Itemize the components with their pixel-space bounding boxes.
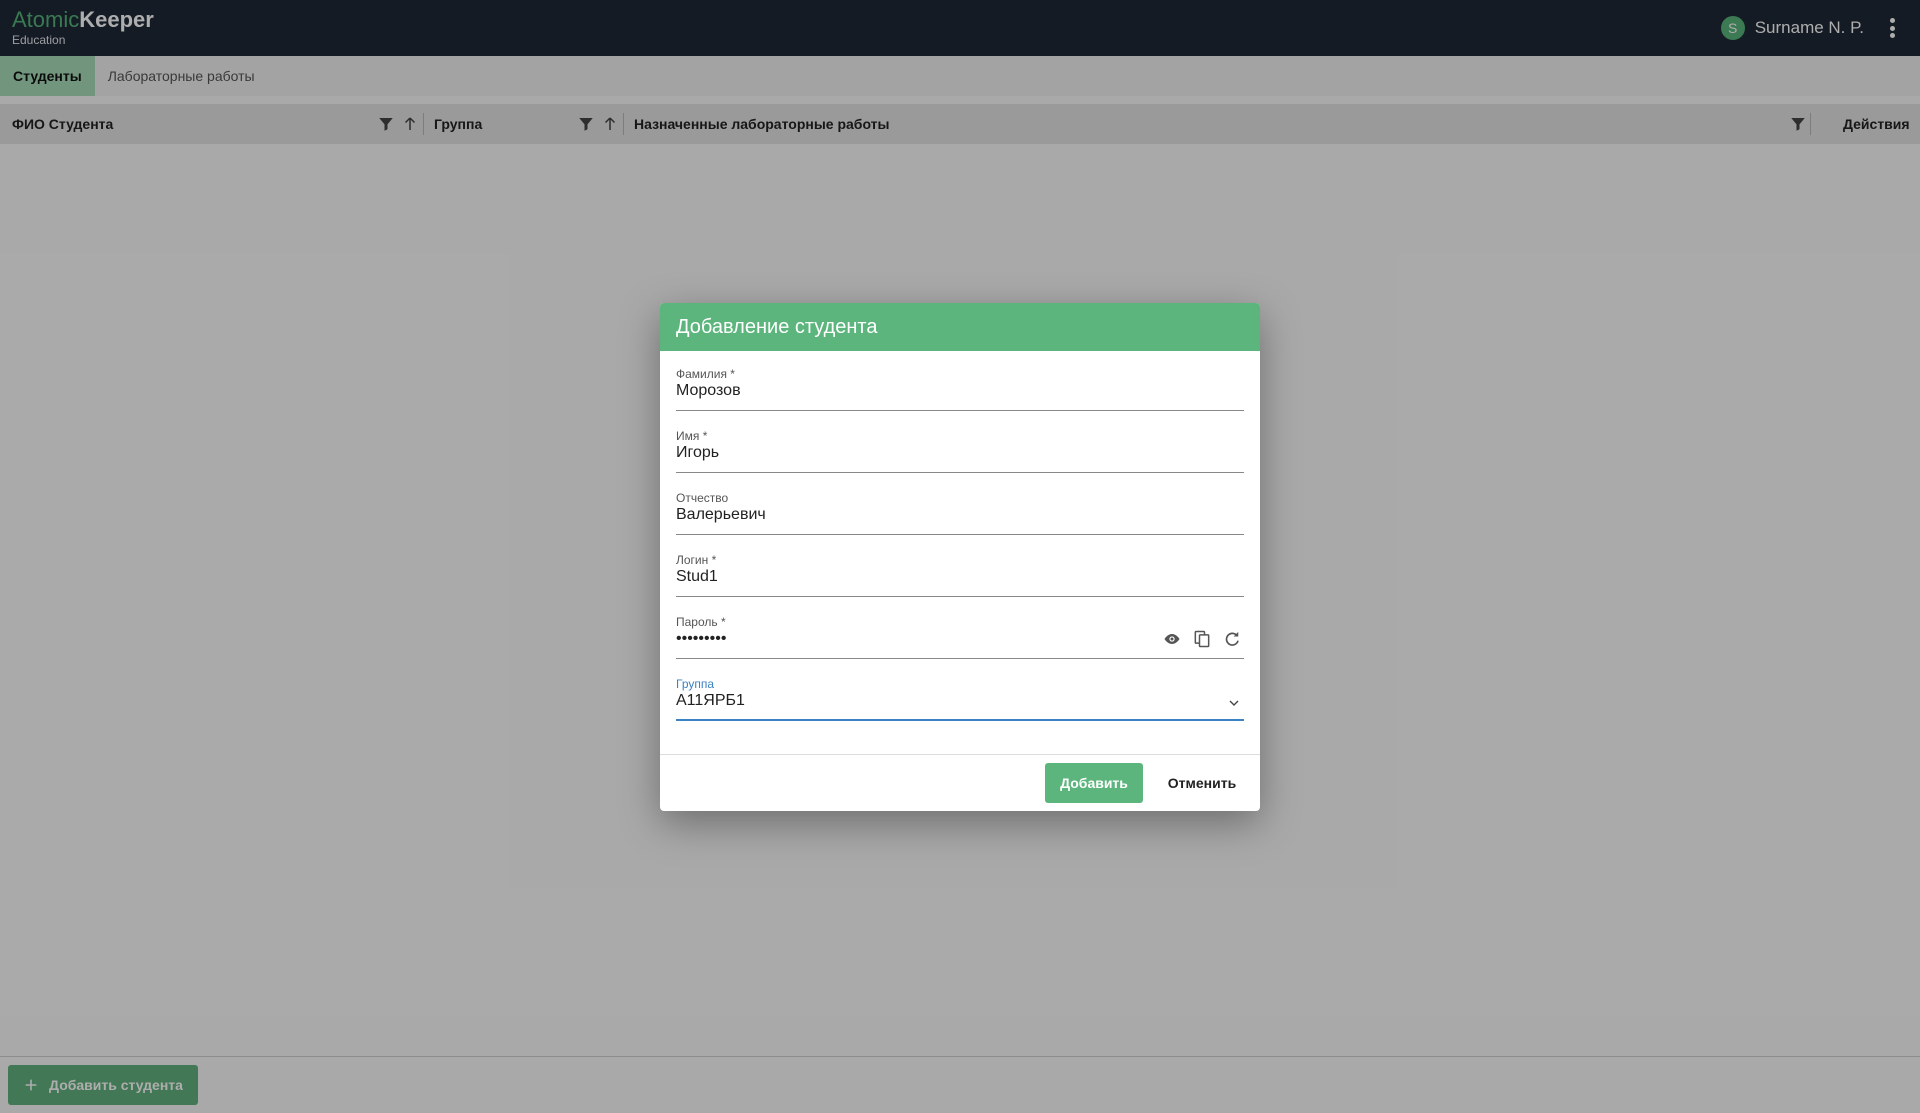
patronymic-label: Отчество: [676, 491, 729, 505]
name-label: Имя *: [676, 429, 708, 443]
login-field[interactable]: Логин * Stud1: [676, 549, 1244, 597]
group-label: Группа: [676, 677, 715, 691]
password-label: Пароль *: [676, 615, 726, 629]
dialog-title: Добавление студента: [660, 303, 1260, 351]
name-field[interactable]: Имя * Игорь: [676, 425, 1244, 473]
surname-value: Морозов: [676, 382, 741, 399]
patronymic-value: Валерьевич: [676, 506, 766, 523]
copy-icon[interactable]: [1192, 629, 1212, 649]
eye-icon[interactable]: [1162, 629, 1182, 649]
login-value: Stud1: [676, 568, 718, 585]
password-field[interactable]: Пароль * •••••••••: [676, 611, 1244, 659]
group-value: А11ЯРБ1: [676, 692, 745, 709]
add-button[interactable]: Добавить: [1045, 763, 1143, 803]
patronymic-field[interactable]: Отчество Валерьевич: [676, 487, 1244, 535]
chevron-down-icon[interactable]: [1226, 695, 1242, 711]
dialog-divider: [660, 754, 1260, 755]
refresh-icon[interactable]: [1222, 629, 1242, 649]
cancel-button[interactable]: Отменить: [1154, 763, 1250, 803]
password-value: •••••••••: [676, 630, 727, 647]
surname-label: Фамилия *: [676, 367, 735, 381]
group-select[interactable]: Группа А11ЯРБ1: [676, 673, 1244, 721]
add-student-dialog: Добавление студента Фамилия * Морозов Им…: [660, 303, 1260, 811]
name-value: Игорь: [676, 444, 720, 461]
surname-field[interactable]: Фамилия * Морозов: [676, 363, 1244, 411]
login-label: Логин *: [676, 553, 717, 567]
